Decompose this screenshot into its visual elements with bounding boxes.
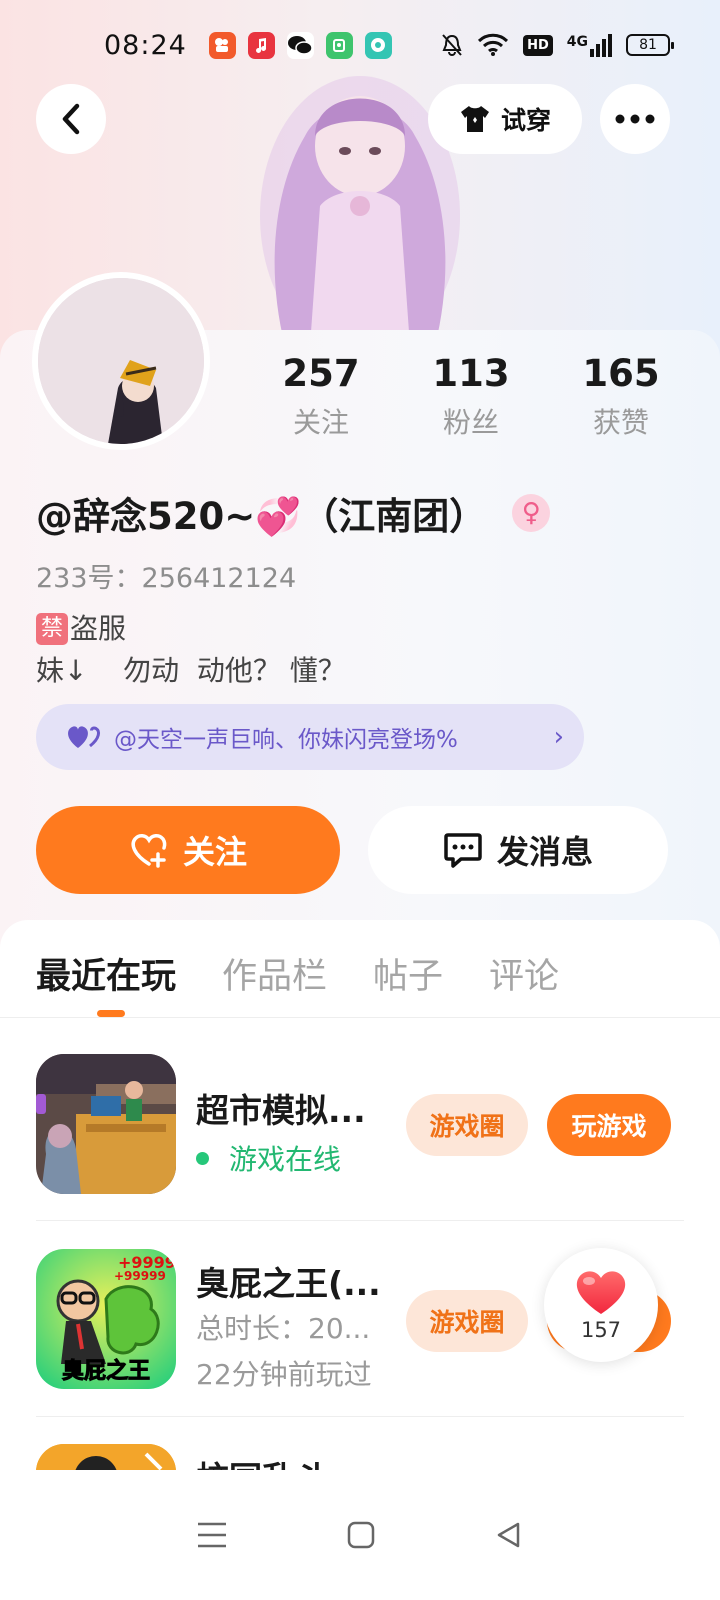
kuaishou-notification-icon bbox=[208, 31, 236, 59]
recent-apps-icon[interactable] bbox=[196, 1520, 228, 1550]
chevron-left-icon bbox=[62, 103, 80, 135]
profile-page: 08:24 HD 4G 81 试穿 257 关注 113 粉丝 165 获赞 @… bbox=[0, 0, 720, 1600]
following-label: 关注 bbox=[292, 406, 349, 439]
tab-works[interactable]: 作品栏 bbox=[222, 948, 327, 999]
avatar[interactable] bbox=[32, 272, 210, 450]
music-notification-icon bbox=[247, 31, 275, 59]
likes-stat[interactable]: 165 获赞 bbox=[546, 352, 696, 441]
app-store-notification-icon bbox=[325, 31, 353, 59]
status-bar: 08:24 HD 4G 81 bbox=[0, 0, 720, 90]
like-floating-button[interactable]: 157 bbox=[544, 1248, 658, 1362]
back-button[interactable] bbox=[36, 84, 106, 154]
heart-plus-icon bbox=[131, 834, 167, 868]
hd-badge: HD bbox=[523, 34, 553, 56]
follow-label: 关注 bbox=[182, 833, 247, 871]
game-last-played: 22分钟前玩过 bbox=[196, 1358, 372, 1391]
game-icon-fart-king[interactable]: +99999 +99999 臭屁之王 bbox=[36, 1249, 176, 1389]
profile-stats: 257 关注 113 粉丝 165 获赞 bbox=[246, 352, 696, 441]
try-on-label: 试穿 bbox=[500, 106, 551, 135]
content-panel bbox=[0, 920, 720, 1500]
online-dot-icon bbox=[196, 1152, 209, 1165]
tab-comments[interactable]: 评论 bbox=[489, 948, 559, 999]
status-right: HD 4G 81 bbox=[441, 33, 674, 57]
ban-emoji-icon: 禁 bbox=[36, 613, 68, 645]
try-on-button[interactable]: 试穿 bbox=[428, 84, 582, 154]
chevron-right-icon: › bbox=[553, 722, 564, 752]
play-game-button[interactable]: 玩游戏 bbox=[547, 1094, 671, 1156]
wechat-notification-icon bbox=[286, 31, 314, 59]
mute-bell-icon bbox=[442, 34, 462, 56]
row-divider bbox=[36, 1416, 684, 1417]
game-circle-button[interactable]: 游戏圈 bbox=[406, 1290, 528, 1352]
back-triangle-icon[interactable] bbox=[494, 1520, 524, 1550]
double-heart-icon bbox=[68, 726, 100, 748]
message-button[interactable]: 发消息 bbox=[368, 806, 668, 894]
tab-posts[interactable]: 帖子 bbox=[373, 948, 443, 999]
game-circle-button[interactable]: 游戏圈 bbox=[406, 1094, 528, 1156]
bio-line-1: 盗服 bbox=[70, 612, 127, 645]
cellular-signal-icon: 4G bbox=[566, 33, 612, 57]
user-id: 233号：256412124 bbox=[36, 563, 297, 594]
followers-stat[interactable]: 113 粉丝 bbox=[396, 352, 546, 441]
home-icon[interactable] bbox=[346, 1520, 376, 1550]
username: @辞念520~💞（江南团） bbox=[36, 495, 487, 538]
game-title: 臭屁之王(... bbox=[196, 1264, 381, 1303]
tab-recently-played[interactable]: 最近在玩 bbox=[36, 948, 176, 999]
heart-icon bbox=[576, 1271, 626, 1314]
game-status: 游戏在线 bbox=[196, 1138, 341, 1178]
battery-icon: 81 bbox=[626, 34, 674, 56]
online-status-text: 游戏在线 bbox=[229, 1143, 342, 1176]
like-count: 157 bbox=[580, 1318, 622, 1342]
avatar-image bbox=[38, 278, 204, 444]
tabs-divider bbox=[0, 1017, 720, 1018]
bio-line-2: 妹↓ 勿动 动他？ 懂？ bbox=[36, 654, 346, 687]
bio: 禁盗服 妹↓ 勿动 动他？ 懂？ bbox=[36, 608, 346, 692]
following-stat[interactable]: 257 关注 bbox=[246, 352, 396, 441]
username-row: @辞念520~💞（江南团） ♀ bbox=[36, 486, 551, 540]
following-count: 257 bbox=[282, 352, 360, 395]
row-divider bbox=[36, 1220, 684, 1221]
followers-count: 113 bbox=[432, 352, 510, 395]
followers-label: 粉丝 bbox=[442, 406, 499, 439]
follow-button[interactable]: 关注 bbox=[36, 806, 340, 894]
likes-count: 165 bbox=[582, 352, 660, 395]
message-label: 发消息 bbox=[496, 833, 593, 871]
club-link[interactable]: @天空一声巨响、你妹闪亮登场% › bbox=[36, 704, 584, 770]
icon-game-name: 臭屁之王 bbox=[61, 1359, 151, 1385]
game-list-item[interactable]: 超市模拟... 游戏在线 游戏圈 玩游戏 bbox=[36, 1054, 684, 1204]
system-navigation-bar bbox=[0, 1470, 720, 1600]
network-type: 4G bbox=[566, 33, 588, 50]
wifi-icon bbox=[478, 33, 509, 56]
female-gender-icon: ♀ bbox=[512, 494, 551, 532]
active-tab-indicator bbox=[97, 1010, 125, 1017]
chat-bubble-icon bbox=[444, 833, 482, 868]
more-options-button[interactable] bbox=[600, 84, 670, 154]
game-total-duration: 总时长：20... bbox=[196, 1312, 371, 1345]
icon-score-2: +99999 bbox=[114, 1269, 166, 1283]
club-text: @天空一声巨响、你妹闪亮登场% bbox=[114, 727, 458, 753]
chat-notification-icon bbox=[364, 31, 392, 59]
likes-label: 获赞 bbox=[592, 406, 649, 439]
game-title: 超市模拟... bbox=[196, 1091, 366, 1130]
shirt-icon bbox=[460, 106, 489, 132]
status-time: 08:24 bbox=[104, 29, 187, 61]
more-dots-icon bbox=[615, 114, 655, 124]
game-icon-supermarket[interactable] bbox=[36, 1054, 176, 1194]
profile-tabs: 最近在玩 作品栏 帖子 评论 bbox=[36, 948, 559, 999]
notification-icons bbox=[208, 31, 392, 59]
